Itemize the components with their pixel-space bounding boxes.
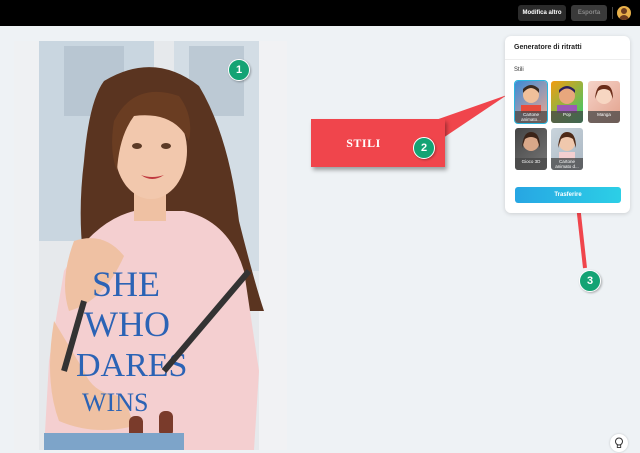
style-cartoon[interactable]: Cartone animato... [514,80,548,124]
panel-divider [505,59,630,60]
style-cartoon-label: Cartone animato... [515,111,547,123]
style-3d-game[interactable]: Gioco 3D [515,128,547,170]
styles-label: Stili [514,67,524,73]
lightbulb-button[interactable] [610,434,628,452]
style-manga-label: Manga [588,111,620,123]
style-pop[interactable]: Pop [551,81,583,123]
style-manga[interactable]: Manga [588,81,620,123]
style-pop-label: Pop [551,111,583,123]
callout-label: STILI [346,135,381,150]
lightbulb-icon [615,437,623,448]
style-manga-thumbnail [595,84,613,104]
annotation-badge-3: 3 [579,270,601,292]
style-3d-game-label: Gioco 3D [515,158,547,170]
style-pop-thumbnail [557,86,577,113]
portrait-generator-panel: Generatore di ritratti Stili Cartone ani… [505,36,630,213]
style-cartoon-2[interactable]: Cartone animato d... [551,128,583,170]
transfer-button[interactable]: Trasferire [515,187,621,203]
style-cartoon-thumbnail [521,85,541,113]
style-3d-game-thumbnail [522,132,540,151]
panel-title: Generatore di ritratti [514,44,582,51]
style-cartoon-2-thumbnail [558,132,576,160]
annotation-badge-2: 2 [413,137,435,159]
style-cartoon-2-label: Cartone animato d... [551,158,583,170]
